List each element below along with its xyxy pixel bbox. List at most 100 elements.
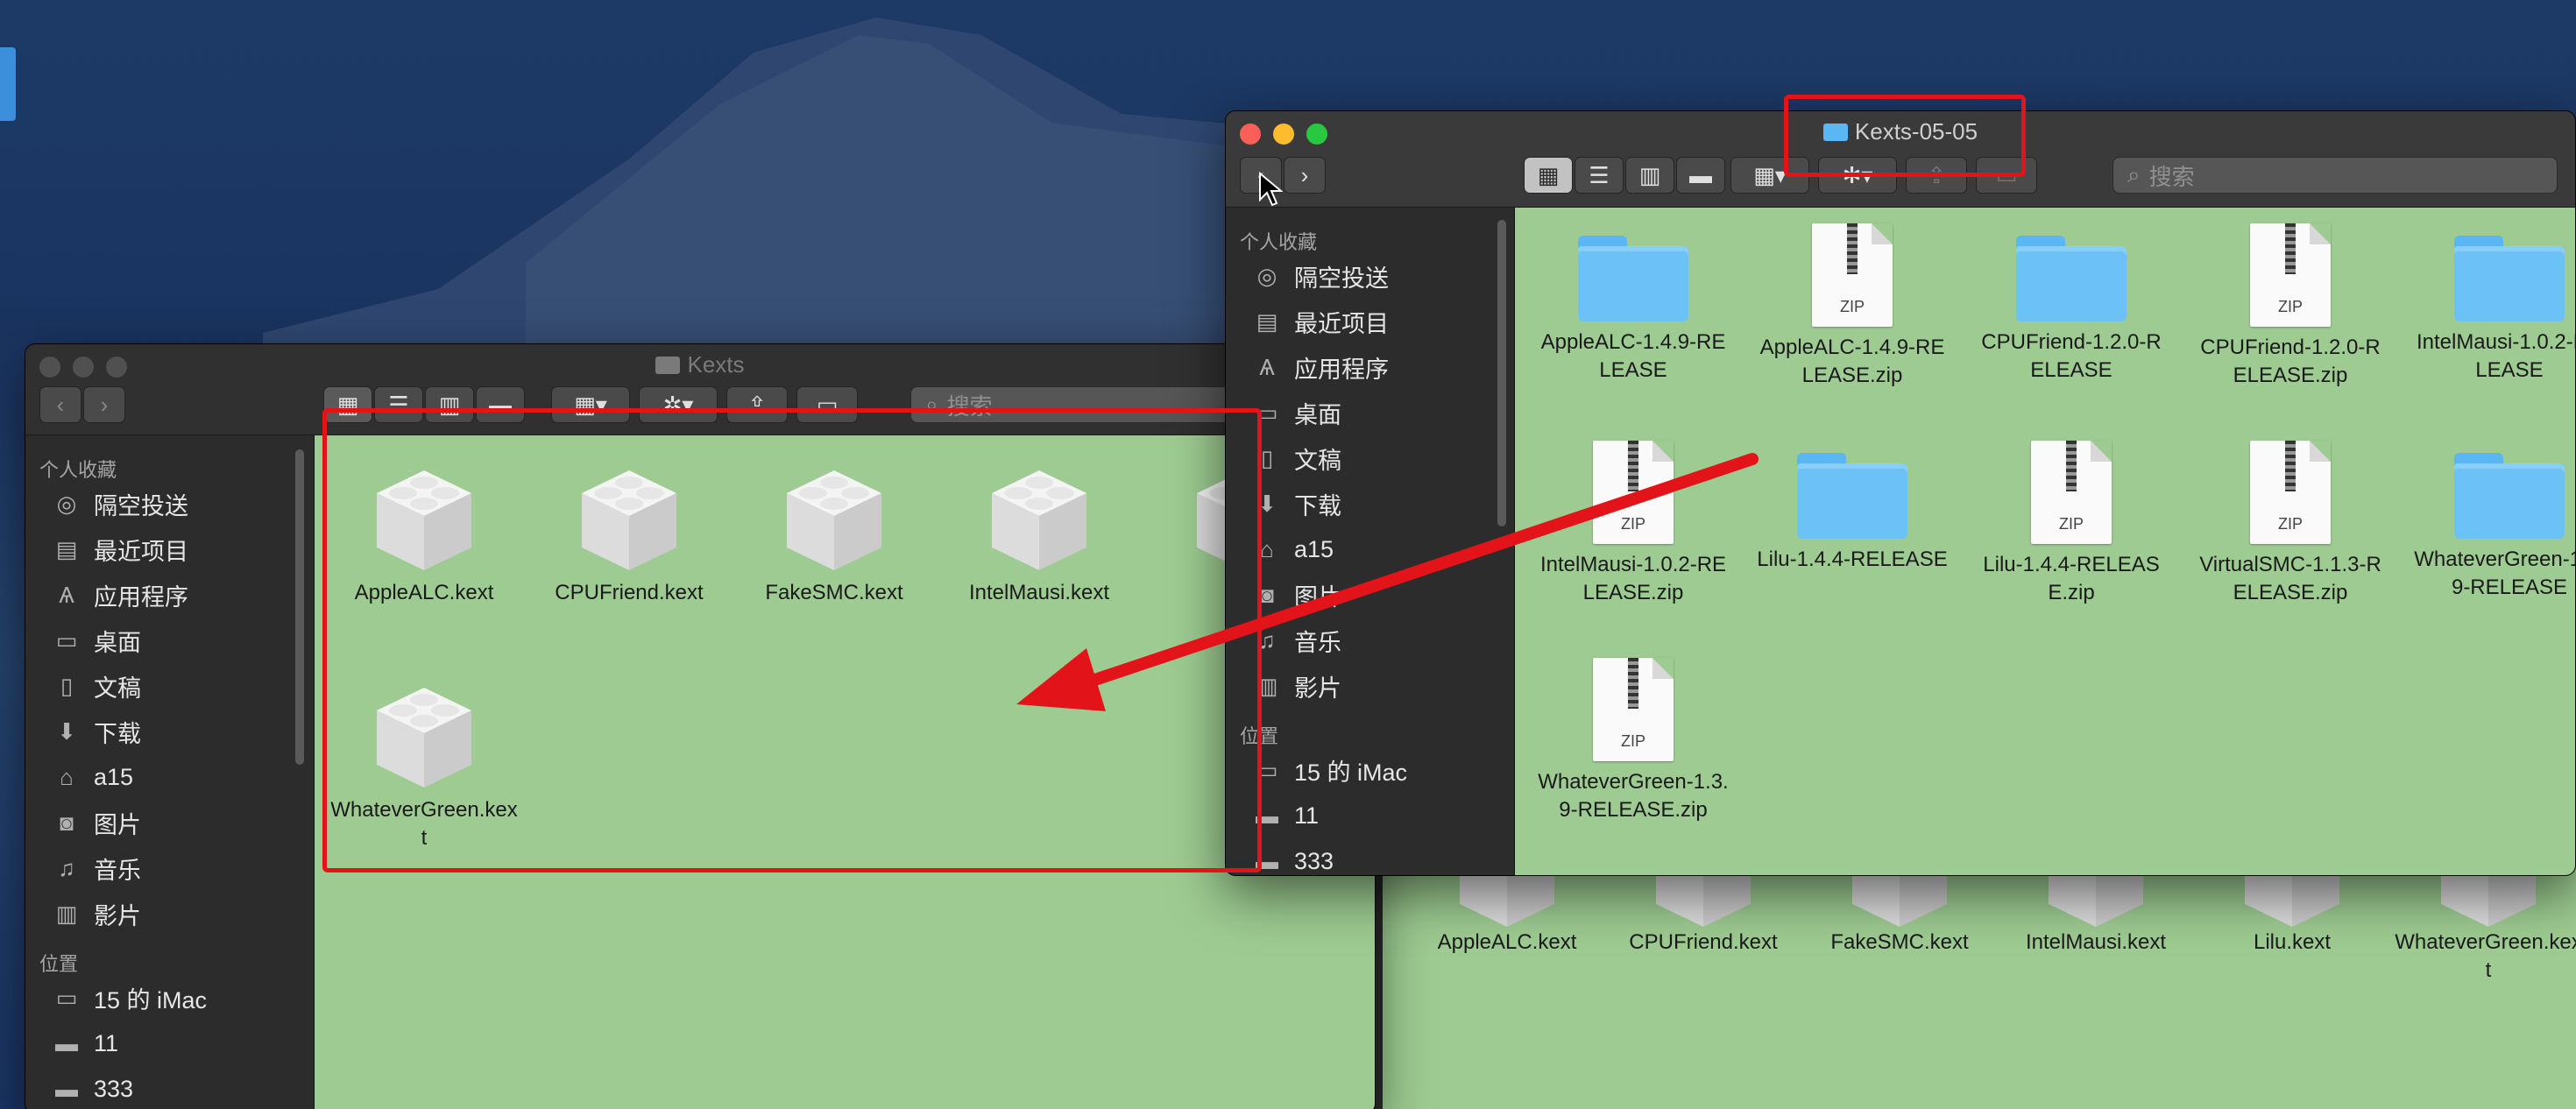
sidebar-scrollbar[interactable]	[295, 449, 304, 765]
sidebar-item[interactable]: ▯ 文稿	[52, 663, 141, 709]
sidebar-item[interactable]: ♫ 音乐	[52, 845, 141, 891]
search-field[interactable]: ⌕ 搜索	[2112, 157, 2558, 194]
file-item[interactable]: WhateverGreen.kext	[323, 679, 525, 852]
view-columns-button[interactable]: ▥	[425, 386, 474, 423]
file-item[interactable]: WhateverGreen-1.3.9-RELEASE	[2409, 441, 2575, 602]
titlebar: Kexts ‹ › ▦ ☰ ▥ ▬ ▦▾ ✲▾ ⇪ ▭ ⌕ 搜索	[25, 344, 1375, 435]
sidebar-item[interactable]: ♫ 音乐	[1252, 618, 1341, 663]
sidebar-item-label: 11	[1294, 802, 1320, 829]
sidebar-item[interactable]: ▬ 333	[52, 1066, 133, 1109]
drive-icon: ▬	[1256, 847, 1278, 874]
sidebar-item[interactable]: ⬇ 下载	[1252, 481, 1341, 526]
file-item[interactable]: ZIP AppleALC-1.4.9-RELEASE.zip	[1752, 223, 1953, 390]
file-item[interactable]: ZIP CPUFriend-1.2.0-RELEASE.zip	[2190, 223, 2391, 390]
kext-bundle-icon	[373, 684, 475, 789]
zip-label: ZIP	[1620, 515, 1645, 533]
sidebar-item[interactable]: ▭ 15 的 iMac	[52, 975, 207, 1021]
sidebar-item[interactable]: ▤ 最近项目	[1252, 299, 1389, 344]
sidebar-item[interactable]: ▭ 15 的 iMac	[1252, 747, 1407, 793]
sidebar-heading-locations: 位置	[1240, 725, 1279, 747]
drive-icon: ▬	[55, 1029, 78, 1056]
file-item[interactable]: ZIP VirtualSMC-1.1.3-RELEASE.zip	[2190, 441, 2391, 607]
file-item[interactable]: Lilu-1.4.4-RELEASE	[1752, 441, 1953, 574]
back-button[interactable]: ‹	[39, 386, 81, 423]
file-item[interactable]: FakeSMC.kext	[733, 462, 935, 607]
sidebar-item[interactable]: ▬ 11	[1252, 793, 1319, 838]
group-button[interactable]: ▦▾	[551, 386, 630, 423]
sidebar-item-label: 音乐	[94, 857, 141, 884]
share-button[interactable]: ⇪	[726, 386, 788, 423]
sidebar-item[interactable]: ▭ 桌面	[1252, 390, 1341, 435]
sidebar-item[interactable]: ▬ 333	[1252, 838, 1334, 875]
sidebar-item-label: 15 的 iMac	[94, 986, 208, 1014]
sidebar-item-label: 333	[94, 1075, 134, 1102]
sidebar-item[interactable]: ▥ 影片	[1252, 663, 1341, 709]
view-gallery-button[interactable]: ▬	[476, 386, 525, 423]
view-gallery-button[interactable]: ▬	[1676, 157, 1725, 194]
view-icons-button[interactable]: ▦	[323, 386, 372, 423]
sidebar-item-label: 下载	[94, 720, 141, 747]
file-name: VirtualSMC-1.1.3-RELEASE.zip	[2199, 553, 2381, 604]
file-name: FakeSMC.kext	[1830, 930, 1969, 954]
finder-window-kexts: Kexts ‹ › ▦ ☰ ▥ ▬ ▦▾ ✲▾ ⇪ ▭ ⌕ 搜索 个人收藏 ◎ 隔空投…	[25, 343, 1376, 1109]
file-name: AppleALC-1.4.9-RELEASE	[1540, 330, 1726, 382]
file-item[interactable]: ZIP WhateverGreen-1.3.9-RELEASE.zip	[1532, 658, 1734, 824]
folder-icon	[2454, 453, 2565, 539]
folder-icon	[2454, 236, 2565, 321]
file-item[interactable]: AppleALC-1.4.9-RELEASE	[1532, 223, 1734, 385]
zip-archive-icon: ZIP	[1593, 441, 1674, 544]
downloads-icon: ⬇	[57, 717, 76, 745]
forward-button[interactable]: ›	[1284, 157, 1326, 194]
sidebar-item-label: 音乐	[1294, 629, 1341, 656]
sidebar-item[interactable]: ▭ 桌面	[52, 618, 141, 663]
sidebar-item[interactable]: ▤ 最近项目	[52, 526, 188, 572]
sidebar-item-label: a15	[1294, 535, 1334, 562]
share-button[interactable]: ⇪	[1906, 157, 1967, 194]
sidebar-item-label: a15	[94, 763, 134, 790]
sidebar-item[interactable]: ⌂ a15	[52, 754, 133, 800]
search-field[interactable]: ⌕ 搜索	[910, 386, 1261, 423]
sidebar-item[interactable]: Ѧ 应用程序	[52, 572, 188, 618]
view-list-button[interactable]: ☰	[374, 386, 423, 423]
file-item[interactable]: IntelMausi-1.0.2-RELEASE	[2409, 223, 2575, 385]
sidebar-item[interactable]: ◎ 隔空投送	[52, 481, 188, 526]
sidebar-item-label: 影片	[1294, 675, 1341, 702]
file-item[interactable]: AppleALC.kext	[323, 462, 525, 607]
desktop-dock-tab	[0, 47, 16, 121]
group-button[interactable]: ▦▾	[1730, 157, 1809, 194]
sidebar-item[interactable]: ▥ 影片	[52, 891, 141, 936]
sidebar-item[interactable]: ▬ 11	[52, 1021, 118, 1066]
movies-icon: ▥	[1256, 672, 1278, 699]
sidebar-item[interactable]: ⌂ a15	[1252, 526, 1334, 572]
tag-button[interactable]: ▭	[1976, 157, 2037, 194]
finder-window-kexts-05-05: Kexts-05-05 ‹ › ▦ ☰ ▥ ▬ ▦▾ ✲▾ ⇪ ▭ ⌕搜索 个人…	[1225, 110, 2576, 876]
file-item[interactable]: ZIP IntelMausi-1.0.2-RELEASE.zip	[1532, 441, 1734, 607]
zip-archive-icon: ZIP	[2250, 223, 2331, 327]
tag-button[interactable]: ▭	[796, 386, 858, 423]
sidebar-item-label: 333	[1294, 847, 1334, 874]
sidebar-item[interactable]: Ѧ 应用程序	[1252, 344, 1389, 390]
recents-icon: ▤	[55, 535, 78, 562]
view-icons-button[interactable]: ▦	[1524, 157, 1573, 194]
view-list-button[interactable]: ☰	[1575, 157, 1624, 194]
sidebar-item[interactable]: ◙ 图片	[52, 800, 141, 845]
file-item[interactable]: ZIP Lilu-1.4.4-RELEASE.zip	[1971, 441, 2172, 607]
file-name: AppleALC-1.4.9-RELEASE.zip	[1759, 336, 1945, 387]
file-item[interactable]: CPUFriend.kext	[528, 462, 730, 607]
sidebar-scrollbar[interactable]	[1497, 220, 1506, 526]
forward-button[interactable]: ›	[83, 386, 125, 423]
sidebar-item[interactable]: ◙ 图片	[1252, 572, 1341, 618]
sidebar-item[interactable]: ◎ 隔空投送	[1252, 253, 1389, 299]
titlebar: Kexts-05-05 ‹ › ▦ ☰ ▥ ▬ ▦▾ ✲▾ ⇪ ▭ ⌕搜索	[1226, 111, 2575, 208]
sidebar-item-label: 图片	[1294, 583, 1341, 611]
view-columns-button[interactable]: ▥	[1625, 157, 1674, 194]
file-item[interactable]: CPUFriend-1.2.0-RELEASE	[1971, 223, 2172, 385]
sidebar-item[interactable]: ▯ 文稿	[1252, 435, 1341, 481]
file-item[interactable]: IntelMausi.kext	[938, 462, 1140, 607]
zip-label: ZIP	[2277, 515, 2303, 533]
action-button[interactable]: ✲▾	[639, 386, 718, 423]
file-name: IntelMausi.kext	[2025, 930, 2167, 954]
sidebar-item-label: 隔空投送	[94, 492, 188, 519]
action-button[interactable]: ✲▾	[1818, 157, 1897, 194]
sidebar-item[interactable]: ⬇ 下载	[52, 709, 141, 754]
